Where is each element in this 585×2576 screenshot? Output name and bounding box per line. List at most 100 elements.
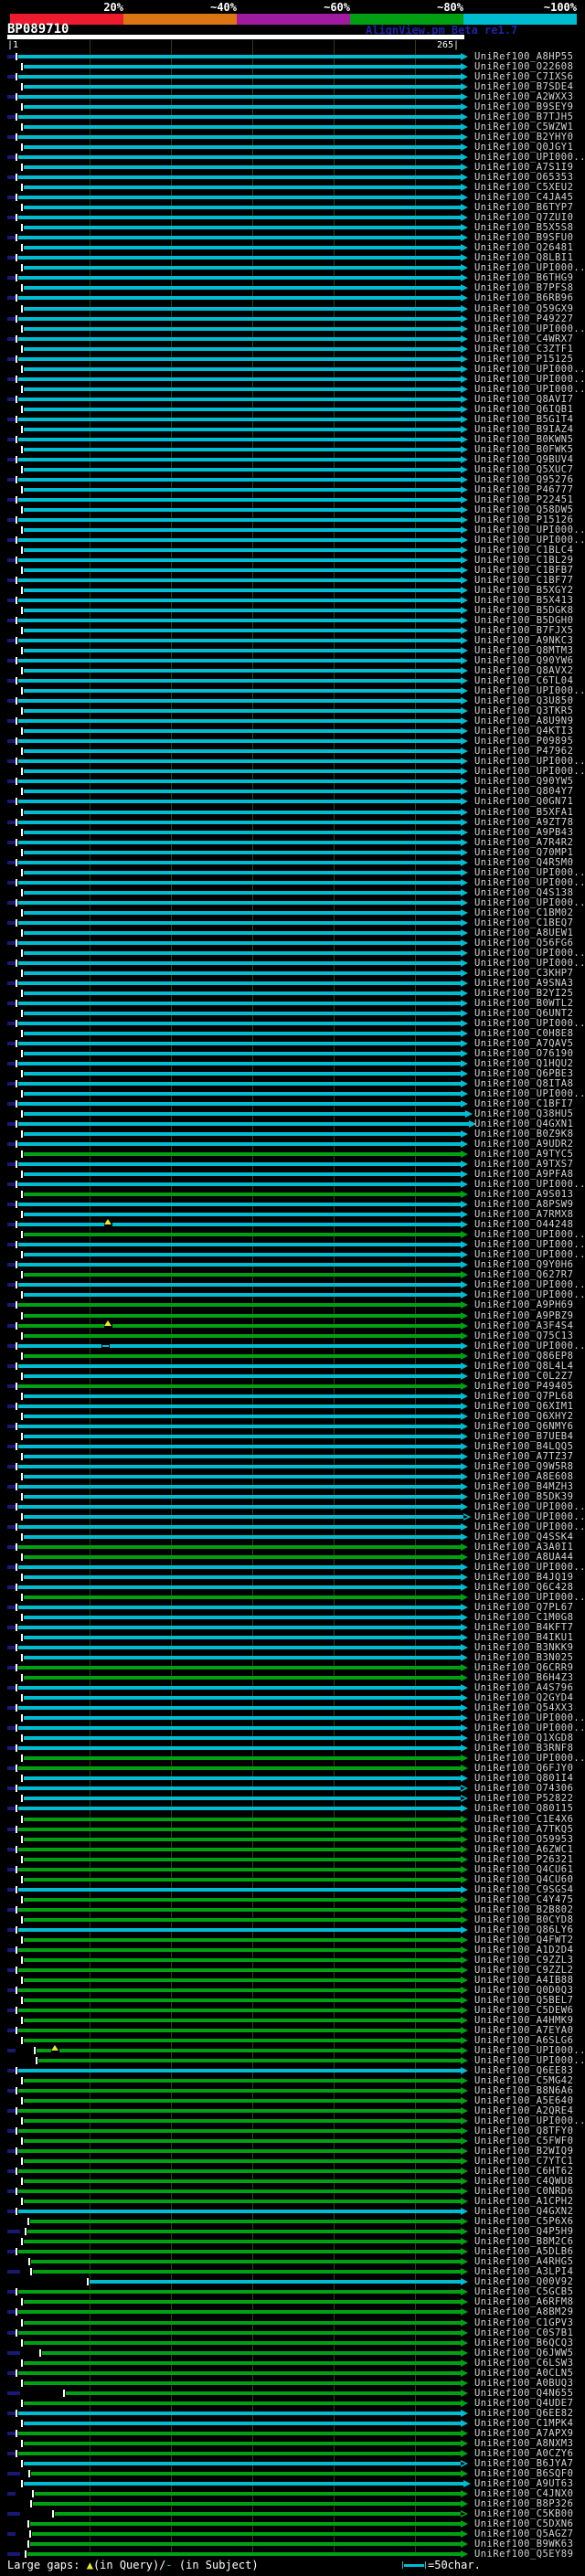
hit-bar[interactable]: [24, 2361, 461, 2365]
hit-bar[interactable]: [24, 448, 461, 451]
hit-label[interactable]: UniRef100_Q8L4L4: [474, 1362, 573, 1372]
hit-bar[interactable]: [24, 1455, 461, 1458]
hit-bar[interactable]: [18, 2290, 461, 2294]
hit-bar[interactable]: [18, 1525, 461, 1529]
hit-bar[interactable]: [24, 165, 461, 169]
hit-bar[interactable]: [18, 538, 461, 542]
hit-label[interactable]: UniRef100_Q4UDE7: [474, 2399, 573, 2409]
hit-bar[interactable]: [18, 317, 461, 321]
hit-bar[interactable]: [33, 2270, 461, 2274]
hit-bar[interactable]: [24, 1696, 461, 1700]
hit-bar[interactable]: [18, 2371, 461, 2375]
hit-bar[interactable]: [18, 1162, 461, 1166]
hit-bar[interactable]: [24, 1273, 461, 1277]
hit-bar[interactable]: [31, 2472, 461, 2475]
hit-bar[interactable]: [24, 428, 461, 431]
hit-bar[interactable]: [18, 619, 461, 622]
hit-label[interactable]: UniRef100_Q4CU60: [474, 1875, 573, 1885]
hit-bar[interactable]: [18, 2149, 461, 2153]
hit-bar[interactable]: [18, 1786, 461, 1790]
hit-bar[interactable]: [18, 498, 461, 502]
hit-bar[interactable]: [18, 1042, 461, 1045]
hit-bar[interactable]: [24, 1998, 461, 2002]
hit-bar[interactable]: [24, 1535, 461, 1539]
hit-bar[interactable]: [18, 1646, 461, 1649]
hit-bar[interactable]: [18, 1082, 461, 1086]
hit-label[interactable]: UniRef100_Q75C13: [474, 1331, 573, 1341]
hit-bar[interactable]: [90, 2280, 461, 2284]
hit-bar[interactable]: [18, 941, 461, 945]
hit-bar[interactable]: [18, 1485, 461, 1489]
hit-bar[interactable]: [24, 769, 461, 773]
hit-bar[interactable]: [24, 1152, 461, 1156]
hit-bar[interactable]: [18, 438, 461, 441]
hit-label[interactable]: UniRef100_B6QCQ3: [474, 2338, 573, 2348]
hit-bar[interactable]: [18, 659, 461, 663]
hit-bar[interactable]: [18, 2432, 461, 2435]
hit-bar[interactable]: [24, 1858, 461, 1861]
hit-bar[interactable]: [18, 1565, 461, 1569]
hit-bar[interactable]: [18, 1888, 461, 1892]
hit-bar[interactable]: [18, 256, 461, 260]
hit-bar[interactable]: [24, 488, 461, 492]
hit-bar[interactable]: [18, 779, 461, 783]
hit-label[interactable]: UniRef100_C0S7B1: [474, 2328, 573, 2338]
hit-bar[interactable]: [24, 2321, 461, 2325]
hit-bar[interactable]: [18, 1405, 461, 1408]
hit-bar[interactable]: [18, 1122, 469, 1126]
hit-label[interactable]: UniRef100_A7R4R2: [474, 838, 573, 848]
hit-bar[interactable]: [18, 1766, 461, 1770]
hit-bar[interactable]: [24, 1193, 461, 1196]
hit-bar[interactable]: [24, 468, 461, 472]
hit-bar[interactable]: [24, 1112, 465, 1116]
hit-bar[interactable]: [24, 811, 461, 814]
hit-bar[interactable]: [18, 1928, 461, 1932]
hit-bar[interactable]: [18, 2452, 461, 2455]
hit-bar[interactable]: [24, 669, 461, 673]
hit-bar[interactable]: [18, 2310, 461, 2314]
hit-bar[interactable]: [18, 216, 461, 219]
hit-bar[interactable]: [18, 558, 461, 562]
hit-bar[interactable]: [18, 1988, 461, 1992]
hit-bar[interactable]: [24, 2300, 461, 2304]
hit-bar[interactable]: [18, 981, 461, 985]
hit-bar[interactable]: [24, 1314, 461, 1318]
hit-bar[interactable]: [18, 1182, 461, 1186]
hit-bar[interactable]: [27, 2552, 461, 2556]
hit-bar[interactable]: [24, 851, 461, 854]
hit-bar[interactable]: [24, 2401, 461, 2405]
hit-bar[interactable]: [32, 2532, 461, 2536]
hit-label[interactable]: UniRef100_P49227: [474, 314, 573, 324]
hit-bar[interactable]: [18, 95, 461, 99]
hit-label[interactable]: UniRef100_UPI000..: [474, 324, 585, 334]
hit-bar[interactable]: [24, 1415, 461, 1418]
hit-bar[interactable]: [24, 1293, 461, 1297]
hit-bar[interactable]: [18, 1223, 461, 1226]
hit-bar[interactable]: [24, 1595, 461, 1599]
hit-bar[interactable]: [24, 2159, 461, 2163]
hit-bar[interactable]: [18, 2189, 461, 2193]
hit-bar[interactable]: [18, 881, 461, 885]
hit-bar[interactable]: [24, 1092, 461, 1096]
hit-bar[interactable]: [24, 629, 461, 632]
hit-bar[interactable]: [18, 518, 461, 522]
hit-label[interactable]: UniRef100_P15125: [474, 355, 573, 365]
hit-bar[interactable]: [24, 2019, 461, 2022]
hit-bar[interactable]: [18, 1002, 461, 1005]
hit-bar[interactable]: [24, 931, 461, 935]
hit-bar[interactable]: [24, 226, 461, 229]
hit-bar[interactable]: [18, 1142, 461, 1146]
hit-label[interactable]: UniRef100_Q4S138: [474, 888, 573, 898]
hit-bar[interactable]: [38, 2059, 461, 2062]
hit-label[interactable]: UniRef100_UPI000..: [474, 868, 585, 878]
hit-bar[interactable]: [18, 1666, 461, 1670]
hit-label[interactable]: UniRef100_Q5EY89: [474, 2549, 573, 2560]
hit-bar[interactable]: [24, 307, 461, 311]
hit-label[interactable]: UniRef100_A3F4S4: [474, 1321, 573, 1331]
hit-label[interactable]: UniRef100_A9PBZ9: [474, 1311, 573, 1321]
hit-bar[interactable]: [24, 125, 461, 129]
hit-label[interactable]: UniRef100_C9SGS4: [474, 1885, 573, 1895]
hit-bar[interactable]: [18, 1848, 461, 1851]
hit-bar[interactable]: [24, 1495, 461, 1499]
hit-bar[interactable]: [24, 286, 461, 290]
